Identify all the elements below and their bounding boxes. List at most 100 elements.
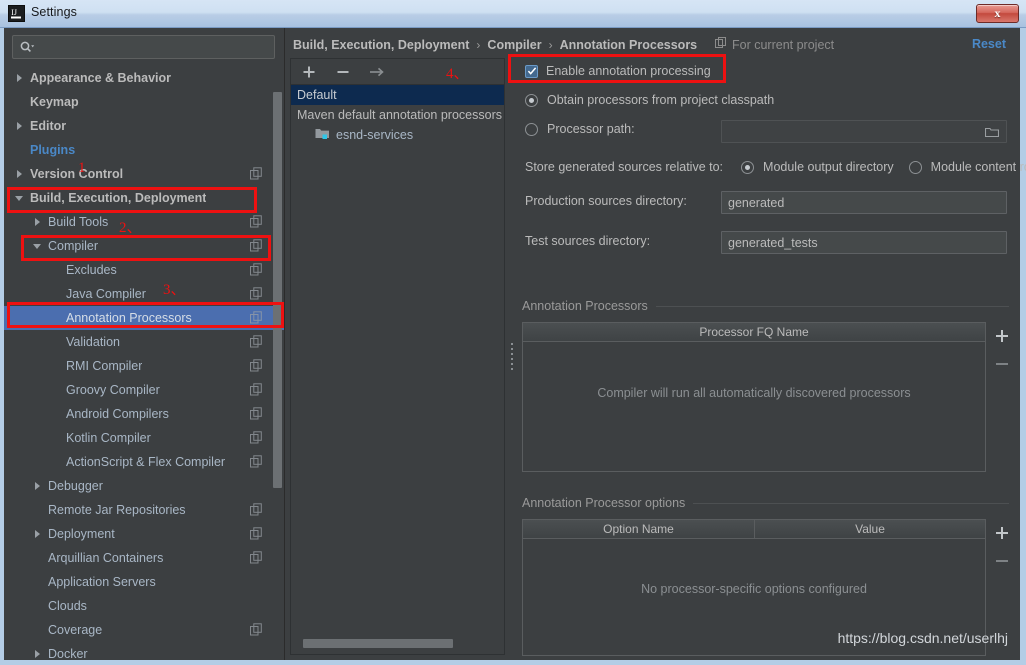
production-sources-label: Production sources directory: [525,194,687,208]
splitter-handle [510,343,513,370]
sidebar-item-deployment[interactable]: Deployment [4,522,285,546]
sidebar-item-appearance-behavior[interactable]: Appearance & Behavior [4,66,285,90]
sidebar-item-java-compiler[interactable]: Java Compiler [4,282,285,306]
window-title: Settings [31,5,77,19]
add-profile-button[interactable] [301,64,317,80]
module-content-root-radio[interactable] [908,160,922,174]
settings-tree[interactable]: Appearance & Behavior Keymap Editor Plugins… [4,66,285,660]
settings-sidebar: Appearance & Behavior Keymap Editor Plugins… [4,28,285,660]
chevron-right-icon[interactable] [34,482,40,490]
remove-option-button[interactable] [994,553,1010,569]
profile-list-item[interactable]: Maven default annotation processors pr [291,105,504,125]
sidebar-item-label: Keymap [30,95,79,109]
expand-toggle [12,170,26,178]
profiles-hscrollbar-thumb[interactable] [303,639,453,648]
chevron-right-icon[interactable] [34,218,40,226]
profile-list-item[interactable]: Default [291,85,504,105]
chevron-right-icon[interactable] [16,170,22,178]
profile-module-item[interactable]: esnd-services [291,125,504,145]
sidebar-item-actionscript-flex-compiler[interactable]: ActionScript & Flex Compiler [4,450,285,474]
production-sources-input[interactable]: generated [721,191,1007,214]
enable-annotation-processing-row[interactable]: Enable annotation processing [525,64,711,78]
sidebar-item-excludes[interactable]: Excludes [4,258,285,282]
sidebar-item-kotlin-compiler[interactable]: Kotlin Compiler [4,426,285,450]
processors-table[interactable]: Processor FQ Name Compiler will run all … [522,322,986,472]
column-option-name[interactable]: Option Name [523,520,754,538]
add-option-button[interactable] [994,525,1010,541]
expand-toggle [30,218,44,226]
sidebar-item-label: Deployment [48,527,115,541]
breadcrumb-item-1[interactable]: Compiler [487,38,541,52]
remove-profile-button[interactable] [335,64,351,80]
window-frame-right [1020,28,1026,665]
processor-path-radio[interactable] [525,122,538,136]
project-scope-icon [250,287,263,300]
project-scope-icon [250,527,263,540]
expand-toggle [30,530,44,538]
sidebar-item-keymap[interactable]: Keymap [4,90,285,114]
obtain-from-classpath-radio[interactable] [525,93,538,107]
sidebar-item-compiler[interactable]: Compiler [4,234,285,258]
obtain-from-classpath-row[interactable]: Obtain processors from project classpath [525,93,774,107]
move-to-profile-button[interactable] [369,64,385,80]
svg-text:IJ: IJ [11,8,17,17]
sidebar-item-debugger[interactable]: Debugger [4,474,285,498]
breadcrumb-item-0[interactable]: Build, Execution, Deployment [293,38,469,52]
module-output-directory-radio[interactable] [741,160,755,174]
sidebar-scrollbar-thumb[interactable] [273,92,282,488]
sidebar-item-build-execution-deployment[interactable]: Build, Execution, Deployment [4,186,285,210]
sidebar-item-android-compilers[interactable]: Android Compilers [4,402,285,426]
project-scope-label: For current project [732,37,835,52]
project-scope-icon [250,455,263,468]
sidebar-item-plugins[interactable]: Plugins [4,138,285,162]
test-sources-row: Test sources directory: [525,234,650,248]
test-sources-input[interactable]: generated_tests [721,231,1007,254]
profile-item-label: Maven default annotation processors pr [297,108,504,122]
chevron-right-icon[interactable] [34,530,40,538]
project-scope-icon [250,167,263,180]
column-value[interactable]: Value [754,520,985,538]
reset-link[interactable]: Reset [972,37,1006,51]
chevron-right-icon[interactable] [16,74,22,82]
search-input[interactable] [35,40,274,54]
sidebar-item-groovy-compiler[interactable]: Groovy Compiler [4,378,285,402]
column-processor-fq-name[interactable]: Processor FQ Name [523,323,985,341]
sidebar-item-label: Android Compilers [66,407,169,421]
sidebar-item-application-servers[interactable]: Application Servers [4,570,285,594]
sidebar-item-remote-jar-repositories[interactable]: Remote Jar Repositories [4,498,285,522]
panel-splitter[interactable] [507,58,516,655]
sidebar-item-annotation-processors[interactable]: Annotation Processors [4,306,285,330]
module-content-root-label: Module content root [930,160,1026,174]
sidebar-item-coverage[interactable]: Coverage [4,618,285,642]
sidebar-item-validation[interactable]: Validation [4,330,285,354]
sidebar-item-build-tools[interactable]: Build Tools [4,210,285,234]
options-table-header: Option Name Value [523,520,985,539]
production-sources-row: Production sources directory: [525,194,687,208]
sidebar-item-editor[interactable]: Editor [4,114,285,138]
profiles-hscrollbar[interactable] [295,639,500,648]
sidebar-item-docker[interactable]: Docker [4,642,285,660]
processor-path-row[interactable]: Processor path: [525,122,635,136]
chevron-right-icon[interactable] [34,650,40,658]
close-button[interactable]: x [976,4,1019,23]
search-box[interactable] [12,35,275,59]
chevron-down-icon[interactable] [33,243,41,249]
remove-processor-button[interactable] [994,356,1010,372]
sidebar-item-rmi-compiler[interactable]: RMI Compiler [4,354,285,378]
enable-annotation-processing-checkbox[interactable] [525,64,538,78]
project-scope-icon [250,503,263,516]
folder-icon[interactable] [984,125,1000,139]
add-processor-button[interactable] [994,328,1010,344]
chevron-down-icon[interactable] [15,195,23,201]
sidebar-item-label: ActionScript & Flex Compiler [66,455,226,469]
sidebar-item-arquillian-containers[interactable]: Arquillian Containers [4,546,285,570]
sidebar-item-version-control[interactable]: Version Control [4,162,285,186]
profiles-list[interactable]: Default Maven default annotation processo… [291,85,504,645]
close-icon: x [994,6,1001,20]
sidebar-scrollbar[interactable] [273,66,282,660]
chevron-right-icon[interactable] [16,122,22,130]
module-output-directory-label: Module output directory [763,160,894,174]
sidebar-item-clouds[interactable]: Clouds [4,594,285,618]
processor-path-input[interactable] [721,120,1007,143]
project-scope-icon [250,215,263,228]
